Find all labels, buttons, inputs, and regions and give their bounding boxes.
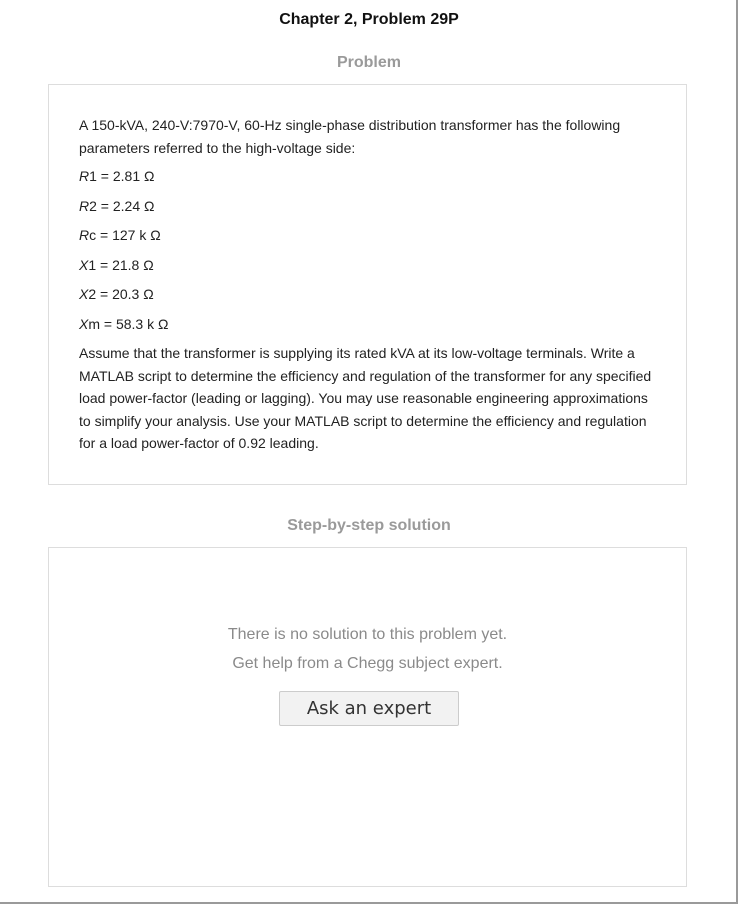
param-subscript: 1 — [89, 168, 97, 184]
param-symbol: X — [79, 315, 89, 332]
solution-card: There is no solution to this problem yet… — [48, 547, 687, 887]
param-symbol: R — [79, 227, 90, 243]
page-title: Chapter 2, Problem 29P — [279, 11, 459, 28]
param-symbol: X — [79, 286, 89, 302]
param-value: = 2.81 Ω — [96, 168, 155, 184]
param-subscript: 2 — [88, 286, 97, 302]
param-value: = 2.24 Ω — [96, 197, 155, 214]
param-subscript: m — [88, 315, 101, 332]
problem-card: A 150-kVA, 240-V:7970-V, 60-Hz single-ph… — [48, 84, 687, 485]
problem-heading: Problem — [336, 54, 401, 71]
param-symbol: X — [79, 256, 89, 273]
param-r2: R2 = 2.24 Ω — [79, 195, 662, 217]
problem-body: Assume that the transformer is supplying… — [79, 345, 652, 451]
ask-an-expert-button[interactable]: Ask an expert — [279, 691, 459, 726]
param-symbol: R — [79, 197, 90, 214]
param-symbol: R — [79, 168, 90, 184]
param-x1: X1 = 21.8 Ω — [79, 254, 662, 276]
expert-help-message: Get help from a Chegg subject expert. — [232, 655, 503, 672]
param-r1: R1 = 2.81 Ω — [79, 165, 662, 187]
param-value: = 58.3 k Ω — [100, 315, 169, 332]
param-x2: X2 = 20.3 Ω — [79, 283, 662, 305]
param-rc: Rc = 127 k Ω — [79, 224, 662, 246]
param-value: = 21.8 Ω — [96, 256, 154, 273]
solution-heading: Step-by-step solution — [287, 517, 451, 534]
param-value: = 127 k Ω — [96, 227, 161, 243]
param-value: = 20.3 Ω — [96, 286, 154, 302]
param-subscript: 2 — [89, 197, 97, 214]
param-subscript: 1 — [88, 256, 97, 273]
no-solution-message: There is no solution to this problem yet… — [227, 626, 508, 643]
problem-intro: A 150-kVA, 240-V:7970-V, 60-Hz single-ph… — [79, 117, 621, 156]
param-xm: Xm = 58.3 k Ω — [79, 313, 662, 335]
